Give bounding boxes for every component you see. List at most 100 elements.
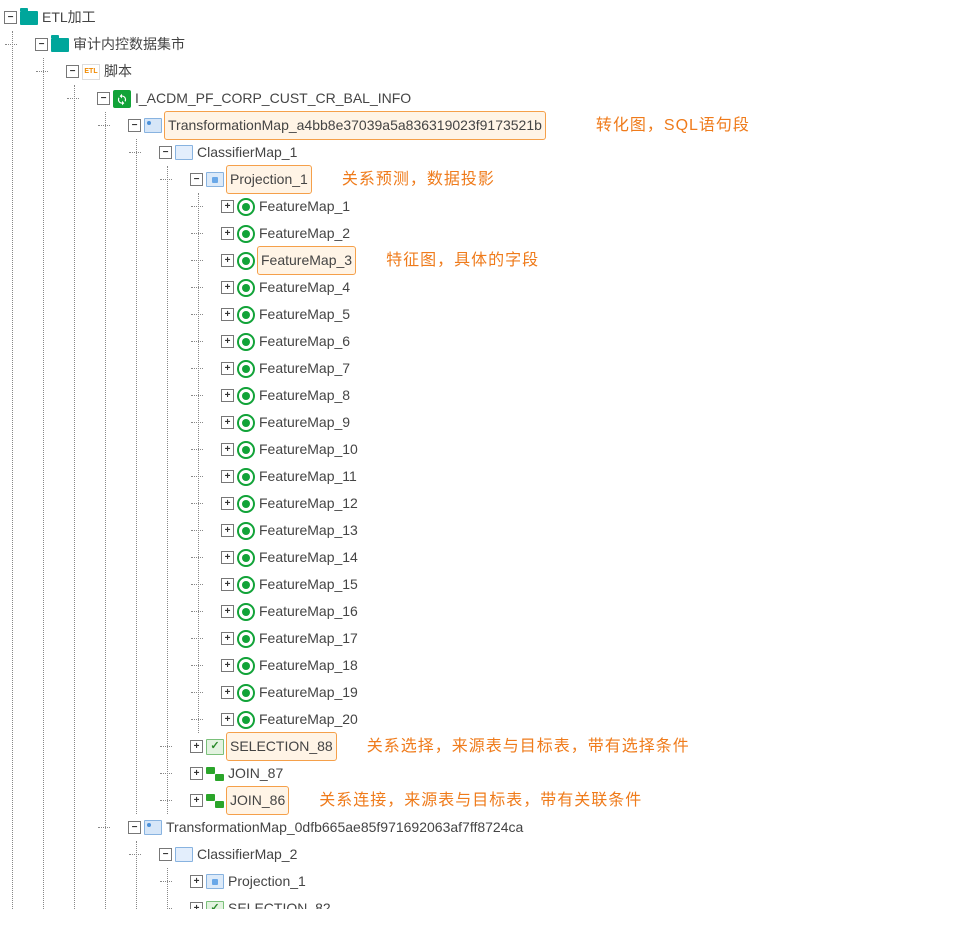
tree-node-projection[interactable]: + Projection_1 bbox=[190, 868, 976, 895]
expand-icon[interactable]: + bbox=[221, 200, 234, 213]
tree-node-classifier[interactable]: − ClassifierMap_2 bbox=[159, 841, 976, 868]
tree-node-selection[interactable]: + SELECTION_82 bbox=[190, 895, 976, 909]
node-label: FeatureMap_13 bbox=[257, 517, 360, 544]
expand-icon[interactable]: + bbox=[221, 416, 234, 429]
tree-node-featuremap[interactable]: + FeatureMap_6 bbox=[221, 328, 976, 355]
tree-node-join[interactable]: + JOIN_86 关系连接，来源表与目标表，带有关联条件 bbox=[190, 787, 976, 814]
expand-icon[interactable]: + bbox=[221, 470, 234, 483]
tree-node-featuremap[interactable]: + FeatureMap_12 bbox=[221, 490, 976, 517]
tree-node-featuremap[interactable]: + FeatureMap_14 bbox=[221, 544, 976, 571]
expand-icon[interactable]: + bbox=[221, 254, 234, 267]
tree-node-featuremap[interactable]: +FeatureMap_20 bbox=[221, 706, 976, 733]
projection-icon bbox=[206, 873, 224, 891]
tree-node-featuremap[interactable]: + FeatureMap_19 bbox=[221, 679, 976, 706]
collapse-icon[interactable]: − bbox=[190, 173, 203, 186]
annotation-text: 关系连接，来源表与目标表，带有关联条件 bbox=[319, 787, 642, 814]
tree-node-scripts[interactable]: − ETL 脚本 bbox=[66, 58, 976, 85]
tree-node-featuremap[interactable]: +FeatureMap_7 bbox=[221, 355, 976, 382]
tree-node-featuremap[interactable]: + FeatureMap_5 bbox=[221, 301, 976, 328]
tree-node-featuremap[interactable]: + FeatureMap_15 bbox=[221, 571, 976, 598]
collapse-icon[interactable]: − bbox=[159, 146, 172, 159]
expand-icon[interactable]: + bbox=[221, 335, 234, 348]
node-label: FeatureMap_4 bbox=[257, 274, 352, 301]
collapse-icon[interactable]: − bbox=[128, 821, 141, 834]
node-label: FeatureMap_5 bbox=[257, 301, 352, 328]
node-label: Projection_1 bbox=[226, 868, 308, 895]
tree-node-root[interactable]: − ETL加工 bbox=[4, 4, 976, 31]
tree-node-task[interactable]: − I_ACDM_PF_CORP_CUST_CR_BAL_INFO bbox=[97, 85, 976, 112]
annotation-text: 关系预测，数据投影 bbox=[342, 166, 495, 193]
tree-node-featuremap[interactable]: +FeatureMap_9 bbox=[221, 409, 976, 436]
node-label: FeatureMap_18 bbox=[257, 652, 360, 679]
expand-icon[interactable]: + bbox=[221, 578, 234, 591]
tree-node-join[interactable]: + JOIN_87 bbox=[190, 760, 976, 787]
node-label: TransformationMap_0dfb665ae85f971692063a… bbox=[164, 814, 525, 841]
featuremap-icon bbox=[237, 360, 255, 378]
node-label: JOIN_86 bbox=[226, 786, 289, 815]
expand-icon[interactable]: + bbox=[221, 524, 234, 537]
node-label: Projection_1 bbox=[226, 165, 312, 194]
tree-node-featuremap[interactable]: + FeatureMap_8 bbox=[221, 382, 976, 409]
expand-icon[interactable]: + bbox=[190, 794, 203, 807]
refresh-icon bbox=[113, 90, 131, 108]
collapse-icon[interactable]: − bbox=[4, 11, 17, 24]
expand-icon[interactable]: + bbox=[190, 875, 203, 888]
expand-icon[interactable]: + bbox=[221, 632, 234, 645]
collapse-icon[interactable]: − bbox=[159, 848, 172, 861]
node-label: ETL加工 bbox=[40, 4, 98, 31]
expand-icon[interactable]: + bbox=[190, 767, 203, 780]
expand-icon[interactable]: + bbox=[221, 551, 234, 564]
tree-node-projection[interactable]: − Projection_1 关系预测，数据投影 bbox=[190, 166, 976, 193]
tree-node-featuremap[interactable]: +FeatureMap_3特征图，具体的字段 bbox=[221, 247, 976, 274]
featuremap-icon bbox=[237, 522, 255, 540]
collapse-icon[interactable]: − bbox=[128, 119, 141, 132]
tree-node-featuremap[interactable]: + FeatureMap_18 bbox=[221, 652, 976, 679]
tree-node-tmap[interactable]: − TransformationMap_a4bb8e37039a5a836319… bbox=[128, 112, 976, 139]
tree-node-featuremap[interactable]: + FeatureMap_4 bbox=[221, 274, 976, 301]
node-label: FeatureMap_14 bbox=[257, 544, 360, 571]
node-label: FeatureMap_6 bbox=[257, 328, 352, 355]
tree-node-classifier[interactable]: − ClassifierMap_1 bbox=[159, 139, 976, 166]
expand-icon[interactable]: + bbox=[221, 308, 234, 321]
expand-icon[interactable]: + bbox=[221, 389, 234, 402]
annotation-text: 特征图，具体的字段 bbox=[386, 247, 539, 274]
node-label: FeatureMap_19 bbox=[257, 679, 360, 706]
classifier-map-icon bbox=[175, 144, 193, 162]
featuremap-icon bbox=[237, 495, 255, 513]
expand-icon[interactable]: + bbox=[221, 281, 234, 294]
tree-node-tmap[interactable]: − TransformationMap_0dfb665ae85f97169206… bbox=[128, 814, 976, 841]
node-label: FeatureMap_12 bbox=[257, 490, 360, 517]
tree-node-featuremap[interactable]: +FeatureMap_10 bbox=[221, 436, 976, 463]
tree-node-mart[interactable]: − 审计内控数据集市 bbox=[35, 31, 976, 58]
expand-icon[interactable]: + bbox=[221, 659, 234, 672]
featuremap-icon bbox=[237, 657, 255, 675]
tree-node-featuremap[interactable]: +FeatureMap_1 bbox=[221, 193, 976, 220]
tree-node-featuremap[interactable]: +FeatureMap_16 bbox=[221, 598, 976, 625]
featuremap-icon bbox=[237, 441, 255, 459]
expand-icon[interactable]: + bbox=[221, 605, 234, 618]
tree-node-featuremap[interactable]: + FeatureMap_13 bbox=[221, 517, 976, 544]
node-label: FeatureMap_15 bbox=[257, 571, 360, 598]
expand-icon[interactable]: + bbox=[190, 902, 203, 909]
node-label: FeatureMap_8 bbox=[257, 382, 352, 409]
expand-icon[interactable]: + bbox=[221, 713, 234, 726]
expand-icon[interactable]: + bbox=[221, 497, 234, 510]
expand-icon[interactable]: + bbox=[221, 686, 234, 699]
featuremap-icon bbox=[237, 576, 255, 594]
node-label: SELECTION_82 bbox=[226, 895, 333, 909]
collapse-icon[interactable]: − bbox=[35, 38, 48, 51]
tree-node-featuremap[interactable]: +FeatureMap_11 bbox=[221, 463, 976, 490]
collapse-icon[interactable]: − bbox=[66, 65, 79, 78]
featuremap-icon bbox=[237, 279, 255, 297]
tree-node-featuremap[interactable]: +FeatureMap_2 bbox=[221, 220, 976, 247]
collapse-icon[interactable]: − bbox=[97, 92, 110, 105]
expand-icon[interactable]: + bbox=[221, 362, 234, 375]
node-label: SELECTION_88 bbox=[226, 732, 337, 761]
expand-icon[interactable]: + bbox=[221, 443, 234, 456]
expand-icon[interactable]: + bbox=[190, 740, 203, 753]
tree-node-selection[interactable]: + SELECTION_88 关系选择，来源表与目标表，带有选择条件 bbox=[190, 733, 976, 760]
expand-icon[interactable]: + bbox=[221, 227, 234, 240]
tree-node-featuremap[interactable]: +FeatureMap_17 bbox=[221, 625, 976, 652]
node-label: ClassifierMap_2 bbox=[195, 841, 299, 868]
featuremap-icon bbox=[237, 549, 255, 567]
